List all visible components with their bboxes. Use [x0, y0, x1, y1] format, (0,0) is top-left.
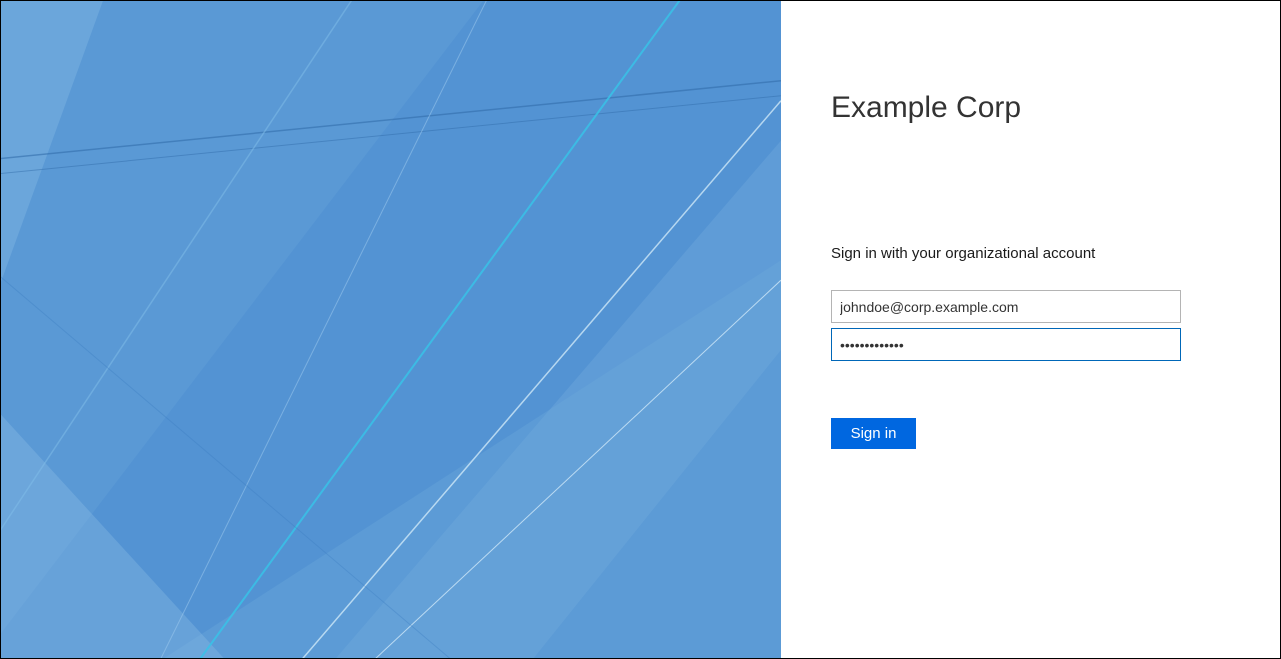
page-container: Example Corp Sign in with your organizat…: [1, 1, 1280, 658]
organization-name: Example Corp: [831, 91, 1230, 125]
signin-form-panel: Example Corp Sign in with your organizat…: [781, 1, 1280, 658]
background-illustration: [1, 1, 781, 658]
illustration-panel: [1, 1, 781, 658]
username-input[interactable]: [831, 290, 1181, 323]
signin-instruction: Sign in with your organizational account: [831, 245, 1230, 262]
signin-button[interactable]: Sign in: [831, 418, 916, 449]
password-input[interactable]: [831, 328, 1181, 361]
